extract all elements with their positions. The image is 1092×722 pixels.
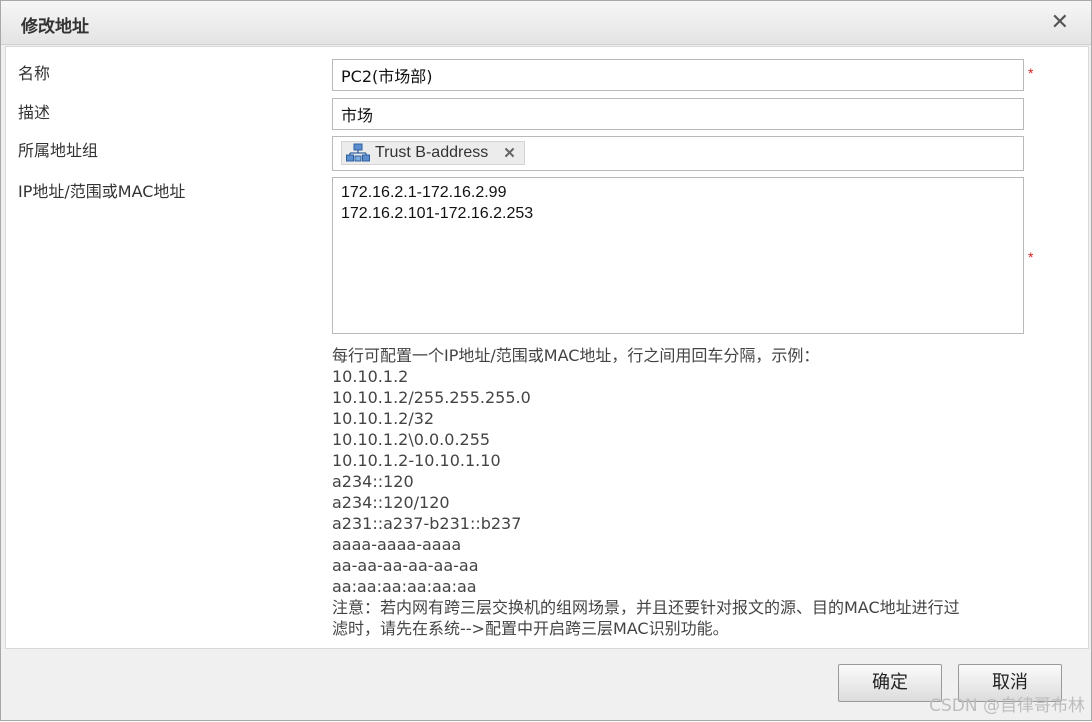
- ip-line: 172.16.2.101-172.16.2.253: [341, 205, 534, 222]
- name-field[interactable]: [332, 59, 1024, 91]
- watermark: CSDN @自律哥布林: [929, 696, 1085, 716]
- dialog-footer: 确定 取消: [1, 650, 1091, 722]
- description-label: 描述: [18, 103, 51, 122]
- help-example: a234::120: [332, 472, 414, 491]
- remove-tag-icon[interactable]: ✕: [503, 144, 516, 162]
- dialog-title: 修改地址: [21, 17, 89, 37]
- help-example: 10.10.1.2-10.10.1.10: [332, 451, 501, 470]
- help-example: aa-aa-aa-aa-aa-aa: [332, 556, 479, 575]
- help-example: aa:aa:aa:aa:aa:aa: [332, 577, 477, 596]
- help-intro: 每行可配置一个IP地址/范围或MAC地址，行之间用回车分隔，示例：: [332, 346, 820, 365]
- ip-required-mark: *: [1028, 249, 1034, 265]
- ip-textarea[interactable]: 172.16.2.1-172.16.2.99 172.16.2.101-172.…: [332, 177, 1024, 334]
- help-example: 10.10.1.2: [332, 367, 409, 386]
- help-text: 每行可配置一个IP地址/范围或MAC地址，行之间用回车分隔，示例： 10.10.…: [332, 345, 1052, 639]
- dialog-titlebar: 修改地址 ✕: [1, 1, 1091, 45]
- address-group-tag-label: Trust B-address: [375, 144, 489, 161]
- help-example: 10.10.1.2/255.255.255.0: [332, 388, 531, 407]
- dialog-body: 名称 * 描述 所属地址组 Tr: [5, 46, 1089, 649]
- ip-line: 172.16.2.1-172.16.2.99: [341, 184, 507, 201]
- name-input[interactable]: [333, 60, 1023, 90]
- address-group-label: 所属地址组: [18, 141, 99, 160]
- help-note: 注意：若内网有跨三层交换机的组网场景，并且还要针对报文的源、目的MAC地址进行过: [332, 598, 960, 617]
- help-example: aaaa-aaaa-aaaa: [332, 535, 462, 554]
- edit-address-dialog: 修改地址 ✕ 名称 * 描述 所属地址组: [0, 0, 1092, 721]
- name-label: 名称: [18, 64, 51, 83]
- help-note: 滤时，请先在系统-->配置中开启跨三层MAC识别功能。: [332, 619, 729, 638]
- ok-button[interactable]: 确定: [838, 664, 942, 702]
- help-example: a234::120/120: [332, 493, 450, 512]
- ip-label: IP地址/范围或MAC地址: [18, 182, 186, 201]
- network-group-icon: [346, 143, 370, 162]
- help-example: 10.10.1.2\0.0.0.255: [332, 430, 491, 449]
- address-group-field[interactable]: Trust B-address ✕: [332, 136, 1024, 171]
- help-example: a231::a237-b231::b237: [332, 514, 522, 533]
- address-group-tag: Trust B-address ✕: [341, 141, 525, 165]
- close-icon[interactable]: ✕: [1051, 10, 1069, 34]
- description-input[interactable]: [333, 99, 1023, 129]
- help-example: 10.10.1.2/32: [332, 409, 435, 428]
- description-field[interactable]: [332, 98, 1024, 130]
- name-required-mark: *: [1028, 65, 1034, 81]
